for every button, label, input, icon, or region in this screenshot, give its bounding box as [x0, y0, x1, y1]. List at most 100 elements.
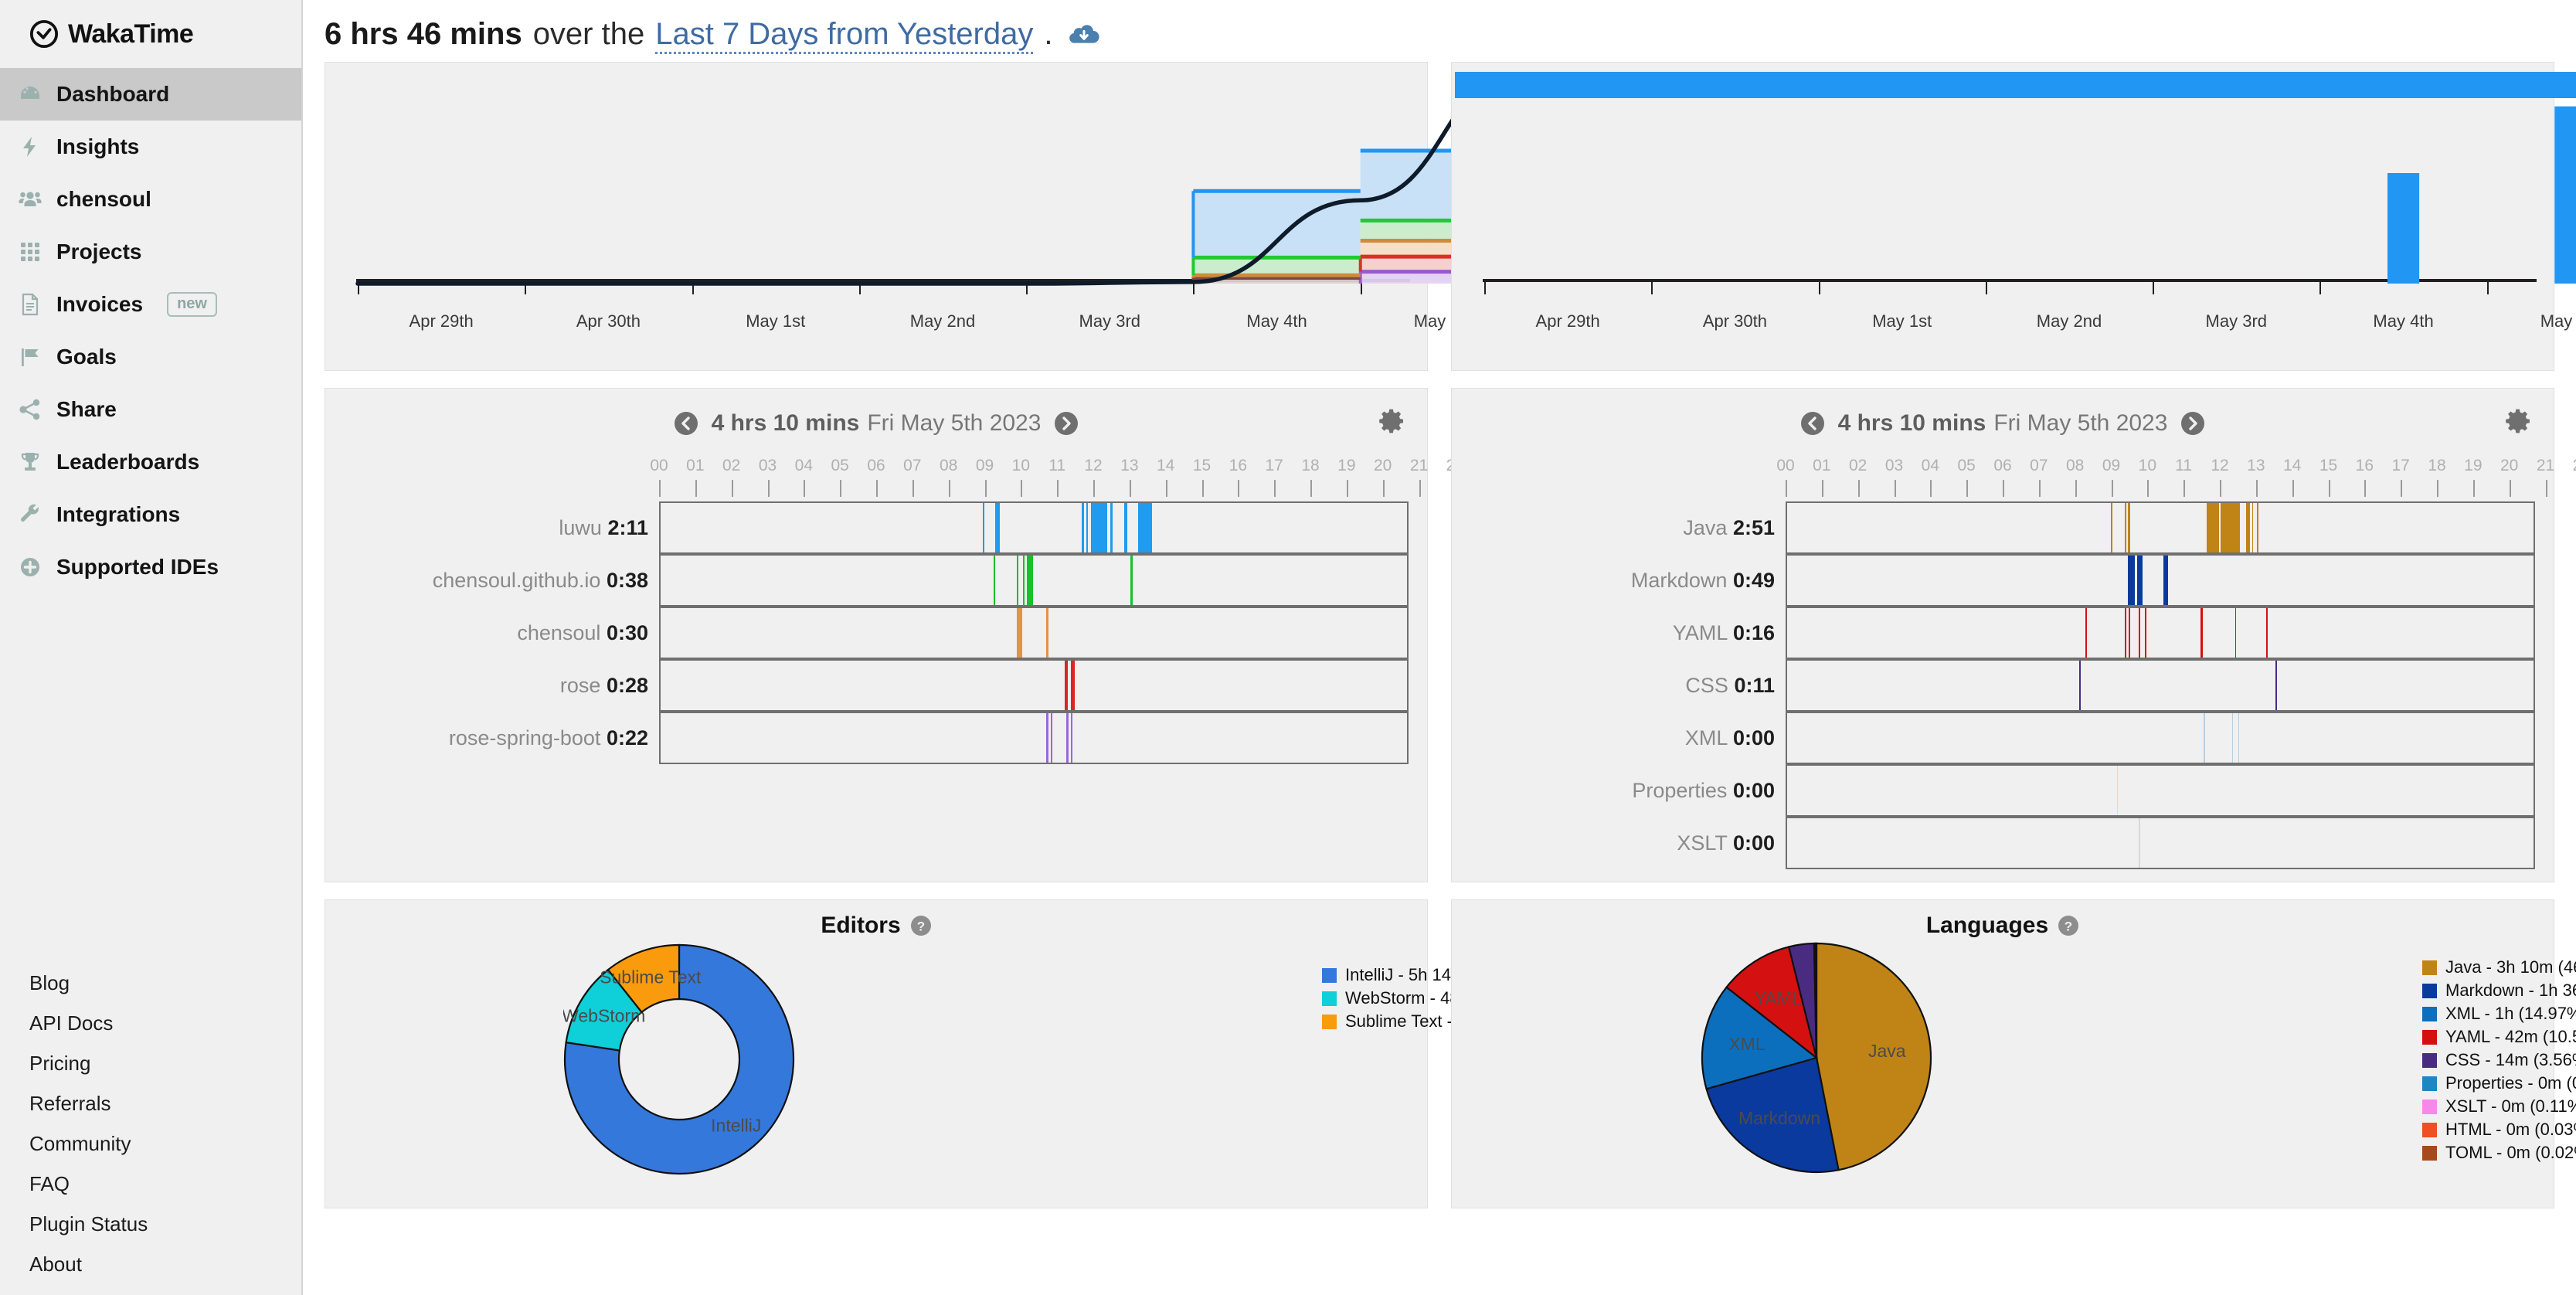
sidebar-item-chensoul[interactable]: chensoul [0, 173, 301, 226]
hour-tick [2472, 480, 2475, 497]
legend-label: Markdown - 1h 36m (23.70%) [2445, 981, 2576, 1000]
footer-link-faq[interactable]: FAQ [29, 1164, 301, 1204]
timeline-segment [2204, 713, 2206, 763]
timeline-segment [2245, 503, 2250, 552]
sidebar-item-label: Invoices [56, 292, 144, 316]
timeline-row[interactable]: YAML 0:16 [1452, 607, 2554, 659]
legend-item[interactable]: CSS - 14m (3.56%) [2422, 1049, 2576, 1072]
timeline-track [1786, 764, 2535, 817]
hour-tick [1821, 480, 1823, 497]
hour-label: 00 [650, 457, 668, 474]
timeline-row[interactable]: luwu 2:11 [325, 501, 1427, 554]
timeline-segment [2116, 766, 2119, 815]
question-circle-icon[interactable]: ? [2058, 915, 2079, 936]
timeline-segment [1130, 556, 1133, 605]
timeline-row[interactable]: rose-spring-boot 0:22 [325, 712, 1427, 764]
sidebar-item-invoices[interactable]: Invoices new [0, 278, 301, 331]
sidebar-item-goals[interactable]: Goals [0, 331, 301, 383]
timeline-row[interactable]: CSS 0:11 [1452, 659, 2554, 712]
timeline-row[interactable]: XML 0:00 [1452, 712, 2554, 764]
hour-tick [2075, 480, 2077, 497]
hour-tick [1201, 480, 1204, 497]
timeline-segment [1123, 503, 1127, 552]
legend-item[interactable]: YAML - 42m (10.52%) [2422, 1025, 2576, 1049]
footer-link-community[interactable]: Community [29, 1123, 301, 1164]
prev-day-button[interactable] [1799, 410, 1826, 437]
timeline-segment [1022, 556, 1025, 605]
timeline-segment [2110, 503, 2112, 552]
hour-label: 00 [1776, 457, 1795, 474]
legend-item[interactable]: Markdown - 1h 36m (23.70%) [2422, 979, 2576, 1002]
next-day-button[interactable] [1053, 410, 1079, 437]
timeline-row[interactable]: Markdown 0:49 [1452, 554, 2554, 607]
sidebar-item-projects[interactable]: Projects [0, 226, 301, 278]
question-circle-icon[interactable]: ? [910, 915, 932, 936]
sidebar-item-label: Insights [56, 134, 140, 158]
timeline-segment [1051, 713, 1052, 763]
sidebar-item-insights[interactable]: Insights [0, 121, 301, 173]
legend-label: XSLT - 0m (0.11%) [2445, 1096, 2576, 1116]
sidebar-item-integrations[interactable]: Integrations [0, 488, 301, 541]
users-group-icon [17, 186, 43, 212]
timeline-row[interactable]: chensoul.github.io 0:38 [325, 554, 1427, 607]
timeline-segment [1071, 661, 1076, 710]
legend-item[interactable]: Properties - 0m (0.17%) [2422, 1072, 2576, 1095]
legend-item[interactable]: TOML - 0m (0.02%) [2422, 1141, 2576, 1164]
gear-icon[interactable] [2504, 407, 2532, 435]
hour-tick [2509, 480, 2511, 497]
projects-timeline-hour-axis: 00 01 02 03 04 05 06 07 08 09 10 11 12 13 14 15 16 17 18 19… [325, 457, 1537, 497]
hour-label: 07 [903, 457, 922, 474]
legend-item[interactable]: XSLT - 0m (0.11%) [2422, 1095, 2576, 1118]
timeline-segment [1016, 608, 1022, 658]
hour-tick [1857, 480, 1860, 497]
timeline-row[interactable]: chensoul 0:30 [325, 607, 1427, 659]
legend-item[interactable]: XML - 1h (14.97%) [2422, 1002, 2576, 1025]
hour-label: 08 [2065, 457, 2085, 474]
hour-tick [767, 480, 770, 497]
timeline-segment [2256, 503, 2259, 552]
gear-icon[interactable] [1378, 407, 1405, 435]
hour-tick [1165, 480, 1167, 497]
sidebar-item-supported-ides[interactable]: Supported IDEs [0, 541, 301, 593]
sidebar-item-label: Supported IDEs [56, 555, 219, 579]
timeline-track [659, 501, 1409, 554]
legend-item[interactable]: HTML - 0m (0.03%) [2422, 1118, 2576, 1141]
footer-link-pricing[interactable]: Pricing [29, 1043, 301, 1083]
footer-link-about[interactable]: About [29, 1244, 301, 1284]
sidebar-item-badge: new [167, 292, 217, 317]
share-nodes-icon [17, 396, 43, 423]
hour-label: 09 [2102, 457, 2121, 474]
sidebar-item-label: Goals [56, 345, 117, 369]
legend-label: YAML - 42m (10.52%) [2445, 1027, 2576, 1046]
projects-timeline-date: Fri May 5th 2023 [867, 410, 1042, 436]
hour-label: 02 [722, 457, 741, 474]
hour-tick [2147, 480, 2149, 497]
sidebar-item-dashboard[interactable]: Dashboard [0, 68, 301, 121]
footer-link-blog[interactable]: Blog [29, 963, 301, 1003]
hour-label: 08 [939, 457, 958, 474]
wakatime-check-clock-icon [29, 19, 59, 49]
sidebar-item-share[interactable]: Share [0, 383, 301, 436]
languages-timeline-date: Fri May 5th 2023 [1993, 410, 2168, 436]
brand-logo-link[interactable]: WakaTime [0, 0, 301, 68]
timeline-row[interactable]: Properties 0:00 [1452, 764, 2554, 817]
hour-tick [1129, 480, 1131, 497]
legend-item[interactable]: Java - 3h 10m (46.90%) [2422, 956, 2576, 979]
timeline-segment [2207, 503, 2219, 552]
timeline-row[interactable]: Java 2:51 [1452, 501, 2554, 554]
footer-link-api-docs[interactable]: API Docs [29, 1003, 301, 1043]
hour-tick [1274, 480, 1276, 497]
hour-label: 15 [1192, 457, 1212, 474]
footer-link-referrals[interactable]: Referrals [29, 1083, 301, 1123]
cloud-download-icon[interactable] [1068, 19, 1100, 43]
hour-label: 11 [1048, 457, 1066, 474]
timeline-row[interactable]: rose 0:28 [325, 659, 1427, 712]
daily-activity-chart: Apr 29th Apr 30th May 1st May 2nd May 3rd May… [1451, 62, 2576, 371]
date-range-link[interactable]: Last 7 Days from Yesterday [655, 17, 1034, 54]
next-day-button[interactable] [2180, 410, 2206, 437]
sidebar-item-leaderboards[interactable]: Leaderboards [0, 436, 301, 488]
footer-link-plugin-status[interactable]: Plugin Status [29, 1204, 301, 1244]
prev-day-button[interactable] [673, 410, 699, 437]
projects-timeline-header: 4 hrs 10 mins Fri May 5th 2023 [325, 389, 1427, 437]
timeline-row[interactable]: XSLT 0:00 [1452, 817, 2554, 869]
